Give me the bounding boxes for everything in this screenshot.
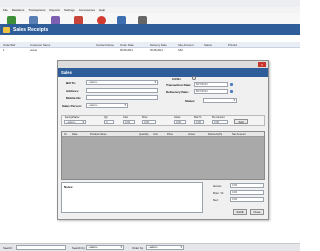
window-title-bar: Sales Receipts	[0, 24, 300, 35]
order-by-label: Order by:	[132, 246, 144, 250]
mobile-label: Mobile No:	[66, 96, 82, 100]
grid-col-sr[interactable]: Sr.	[64, 133, 67, 136]
search-by-select[interactable]: --select--	[86, 245, 124, 250]
search-by-label: Search by:	[72, 246, 86, 250]
search-input[interactable]	[16, 245, 66, 250]
net-total-label: Net:	[213, 198, 219, 202]
status-select[interactable]	[203, 98, 237, 103]
transaction-date-label: Transaction Date:	[166, 83, 192, 87]
price-label: Price	[142, 116, 148, 119]
grid-col-product[interactable]: Product Name	[90, 133, 107, 136]
receipt-icon	[3, 26, 10, 33]
bill-to-select[interactable]: --select--	[86, 80, 158, 85]
grid-col-discount[interactable]: Discount(%)	[208, 133, 222, 136]
close-icon[interactable]: ×	[258, 62, 266, 67]
app-window: File Relations Transactions Reports Sett…	[0, 0, 300, 251]
table-row[interactable]: 1 venue 30.08.2011 30.08.2011 SAV	[0, 48, 300, 53]
search-bar: Search: Search by: --select-- Order by: …	[0, 243, 300, 251]
address-label: Address:	[66, 89, 80, 93]
add-item-button[interactable]: Add	[234, 119, 248, 124]
qty-label: Qty	[104, 116, 108, 119]
pre-amount-label: Pre Amount	[212, 116, 225, 119]
dialog-header: Sales	[58, 68, 268, 77]
col-order-date[interactable]: Order Date	[120, 43, 134, 47]
menu-settings[interactable]: Settings	[64, 8, 75, 12]
grid-col-net-amount[interactable]: Net Amount	[232, 133, 246, 136]
col-status[interactable]: Status	[204, 43, 212, 47]
gross-field[interactable]: 0.00	[174, 120, 186, 124]
pre-amount-field[interactable]: 0.00	[212, 120, 228, 124]
dialog-titlebar[interactable]: ×	[58, 61, 268, 68]
order-by-select[interactable]: --select--	[146, 245, 184, 250]
grid-col-date[interactable]: Date	[72, 133, 77, 136]
bill-to-label: Bill To:	[66, 81, 76, 85]
disc-field[interactable]: 0.00	[194, 120, 204, 124]
item-name-label: Item(s)/Name	[65, 116, 80, 119]
mobile-field[interactable]	[86, 95, 158, 100]
gross-total-field: 0.00	[230, 183, 264, 188]
cost-label: Cost	[123, 116, 128, 119]
cost-field[interactable]: 0.00	[123, 120, 135, 124]
window-title: Sales Receipts	[13, 26, 49, 33]
address-field[interactable]	[86, 88, 158, 93]
col-printed[interactable]: Printed	[228, 43, 237, 47]
notes-field[interactable]: Notes:	[61, 182, 203, 213]
cell-order-ref: 1	[3, 49, 5, 52]
cell-site-account: SAV	[178, 49, 183, 52]
menu-file[interactable]: File	[3, 8, 8, 12]
delivery-date-field[interactable]: 8/27/2013	[194, 89, 228, 94]
close-button[interactable]: Close	[250, 209, 264, 215]
disc-total-field[interactable]: 0.00	[230, 190, 264, 195]
save-button[interactable]: SAVE	[233, 209, 247, 215]
calendar-icon[interactable]	[230, 90, 233, 93]
menu-help[interactable]: Help	[99, 8, 105, 12]
search-label: Search:	[3, 246, 13, 250]
grid-col-unit[interactable]: Unit	[153, 133, 158, 136]
disc-label: Disc %	[194, 116, 202, 119]
notes-label: Notes:	[64, 185, 74, 189]
grid-col-price[interactable]: Price	[167, 133, 173, 136]
cell-order-date: 30.08.2011	[120, 49, 133, 52]
item-select[interactable]: --select--	[64, 120, 86, 124]
sales-person-select[interactable]: --select--	[86, 103, 128, 108]
items-grid[interactable]: Sr. Date Product Name Quantity Unit Pric…	[61, 131, 265, 180]
gross-total-label: Gross:	[213, 184, 222, 188]
menu-accessories[interactable]: Accessories	[79, 8, 95, 12]
dialog-title: Sales	[61, 70, 72, 75]
disc-total-label: Disc. %:	[213, 191, 225, 195]
col-contact-name[interactable]: Contact Name	[96, 43, 114, 47]
col-customer-name[interactable]: Customer Name	[30, 43, 50, 47]
grid-col-quantity[interactable]: Quantity	[139, 133, 149, 136]
cell-delivery-date: 30.08.2011	[150, 49, 163, 52]
items-grid-header: Sr. Date Product Name Quantity Unit Pric…	[62, 132, 264, 137]
gross-label: Gross	[174, 116, 181, 119]
col-site-account[interactable]: Site Account	[178, 43, 194, 47]
qty-field[interactable]: 0	[104, 120, 114, 124]
net-total-field: 0.00	[230, 197, 264, 202]
col-delivery-date[interactable]: Delivery Date	[150, 43, 167, 47]
menu-reports[interactable]: Reports	[49, 8, 60, 12]
menu-relations[interactable]: Relations	[12, 8, 25, 12]
status-label: Status:	[185, 99, 196, 103]
grid-col-gross[interactable]: Gross	[188, 133, 195, 136]
transaction-date-field[interactable]: 8/27/2013	[194, 82, 228, 87]
delivery-date-label: Deliverery Date:	[166, 90, 189, 94]
menu-transactions[interactable]: Transactions	[28, 8, 45, 12]
calendar-icon[interactable]	[230, 83, 233, 86]
price-field[interactable]: 0.00	[142, 120, 156, 124]
cell-customer: venue	[30, 49, 38, 52]
sales-dialog: × Sales Bill To: --select-- Address: Mob…	[57, 60, 269, 220]
col-order-ref[interactable]: Order/Ref	[3, 43, 15, 47]
cash-label: CASH	[172, 77, 181, 81]
sales-person-label: Sales Person:	[62, 104, 82, 108]
line-item-panel: Item(s)/Name Qty Cost Price Gross Disc %…	[61, 115, 265, 126]
cash-radio[interactable]	[192, 76, 196, 80]
